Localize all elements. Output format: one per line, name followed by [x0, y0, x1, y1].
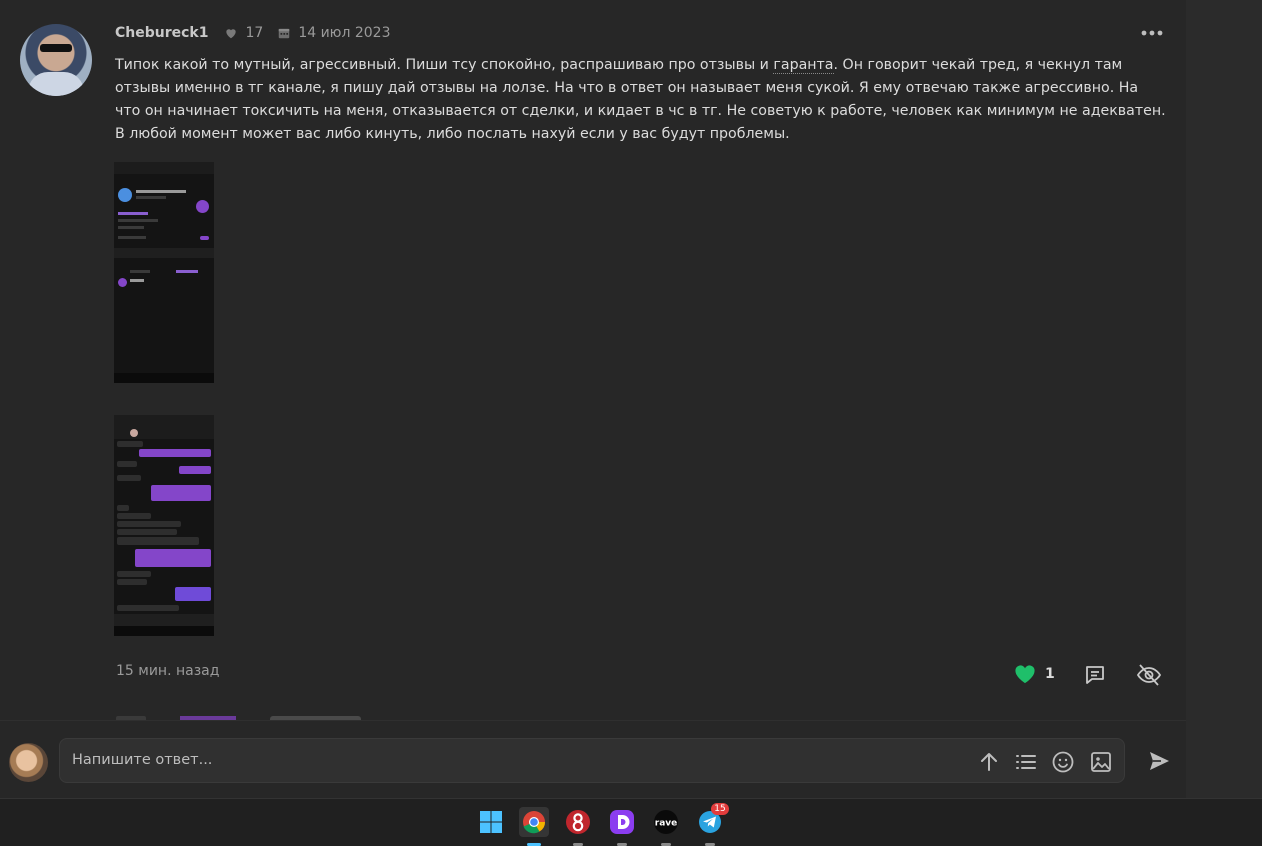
post-meta: Chebureck1 17 14 июл 2023: [115, 23, 391, 43]
rave-icon[interactable]: rave: [651, 807, 681, 846]
windows-taskbar: rave 15: [0, 798, 1262, 846]
like-heart-icon[interactable]: [1014, 664, 1036, 684]
svg-text:rave: rave: [655, 819, 677, 829]
send-icon[interactable]: [1147, 749, 1171, 773]
more-options-icon[interactable]: [1140, 27, 1164, 39]
author-join-date: 14 июл 2023: [298, 25, 391, 41]
image-upload-icon[interactable]: [1089, 750, 1113, 774]
attachment-screenshot-1[interactable]: [114, 162, 214, 383]
telegram-icon[interactable]: 15: [695, 803, 729, 846]
post-text-part1: Типок какой то мутный, агрессивный. Пиши…: [115, 57, 774, 73]
attachment-screenshot-2[interactable]: [114, 415, 214, 636]
post-link[interactable]: гаранта: [773, 57, 834, 74]
arrow-up-icon[interactable]: [977, 750, 1001, 774]
app-d-icon[interactable]: [607, 807, 637, 846]
post-timestamp[interactable]: 15 мин. назад: [116, 663, 219, 679]
calendar-icon: [279, 28, 290, 39]
chrome-icon[interactable]: [519, 807, 549, 846]
windows-start-icon[interactable]: [476, 807, 506, 837]
hide-eye-icon[interactable]: [1136, 662, 1162, 688]
author-likes-count: 17: [245, 25, 264, 41]
telegram-badge: 15: [711, 803, 729, 815]
list-format-icon[interactable]: [1014, 750, 1038, 774]
emoji-icon[interactable]: [1051, 750, 1075, 774]
heart-icon: [226, 29, 237, 39]
right-sidebar: [1186, 0, 1262, 798]
my-avatar[interactable]: [9, 743, 48, 782]
post-body: Типок какой то мутный, агрессивный. Пиши…: [115, 54, 1167, 146]
reply-input[interactable]: Напишите ответ...: [59, 738, 1125, 783]
author-avatar[interactable]: [20, 24, 92, 96]
reply-comment-icon[interactable]: [1083, 663, 1107, 687]
author-name[interactable]: Chebureck1: [115, 25, 208, 41]
app-red-icon[interactable]: [563, 807, 593, 846]
reply-input-placeholder[interactable]: Напишите ответ...: [72, 752, 212, 768]
like-count: 1: [1045, 666, 1055, 682]
